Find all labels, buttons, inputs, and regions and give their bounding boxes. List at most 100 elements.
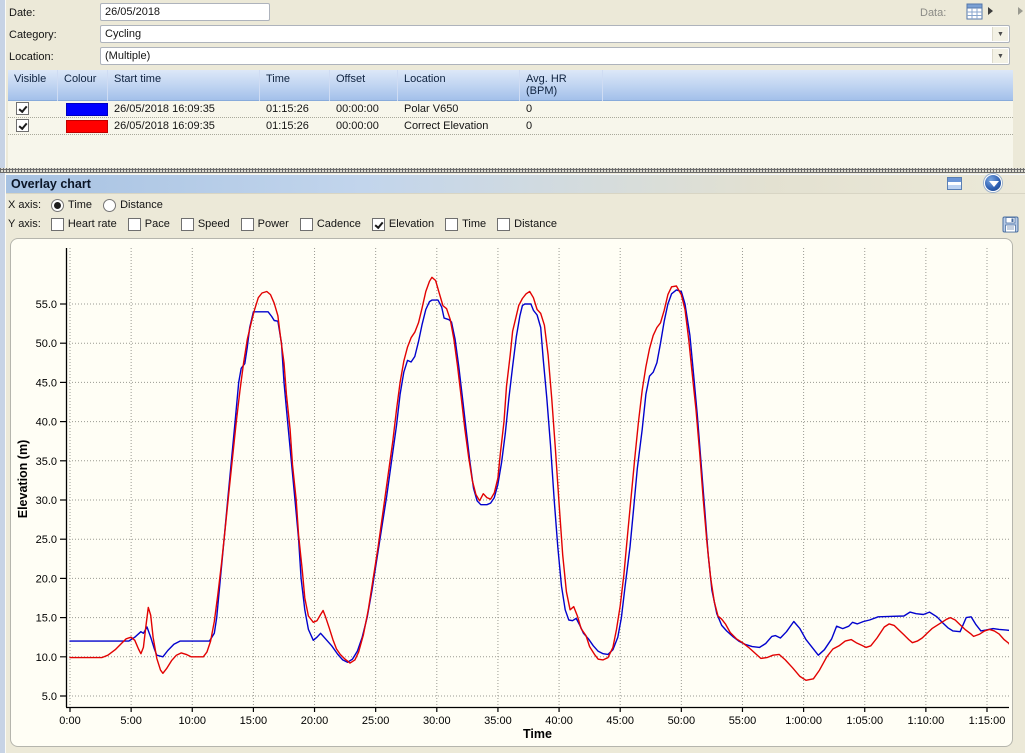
session-row[interactable]: 26/05/2018 16:09:3501:15:2600:00:00Polar… <box>8 101 1013 118</box>
elevation-line-chart: 5.010.015.020.025.030.035.040.045.050.05… <box>11 239 1012 746</box>
table-header-location[interactable]: Location <box>398 70 520 101</box>
svg-text:50:00: 50:00 <box>668 715 696 727</box>
category-select[interactable]: Cycling ▼ <box>100 25 1010 43</box>
checkbox[interactable] <box>300 218 313 231</box>
cell-start-time: 26/05/2018 16:09:35 <box>114 103 215 115</box>
table-header-filler <box>603 70 1013 101</box>
horizontal-splitter[interactable] <box>0 168 1025 173</box>
colour-swatch[interactable] <box>66 120 108 133</box>
series-polar-v650 <box>70 290 1012 662</box>
chevron-down-icon <box>989 181 999 187</box>
checkbox[interactable] <box>497 218 510 231</box>
save-chart-button[interactable] <box>1002 216 1019 233</box>
y-option-heart-rate[interactable]: Heart rate <box>51 218 117 231</box>
floppy-disk-icon <box>1002 216 1019 233</box>
checkbox[interactable] <box>241 218 254 231</box>
option-label: Speed <box>198 218 230 230</box>
option-label: Pace <box>145 218 170 230</box>
visible-checkbox[interactable] <box>16 102 29 115</box>
option-label: Distance <box>514 218 557 230</box>
collapse-section-button[interactable] <box>984 174 1002 192</box>
data-label: Data: <box>920 7 946 19</box>
checkbox[interactable] <box>51 218 64 231</box>
date-label: Date: <box>9 7 35 19</box>
overlay-chart-title: Overlay chart <box>11 177 91 191</box>
date-field[interactable]: 26/05/2018 <box>100 3 270 21</box>
svg-text:35:00: 35:00 <box>484 715 512 727</box>
data-grid-icon[interactable] <box>966 3 983 20</box>
cell-avg-hr: 0 <box>526 103 532 115</box>
svg-text:1:05:00: 1:05:00 <box>846 715 883 727</box>
svg-text:Time: Time <box>523 727 552 741</box>
cell-offset: 00:00:00 <box>336 103 379 115</box>
svg-text:1:15:00: 1:15:00 <box>969 715 1006 727</box>
visible-checkbox[interactable] <box>16 119 29 132</box>
date-value: 26/05/2018 <box>105 6 160 18</box>
y-option-cadence[interactable]: Cadence <box>300 218 361 231</box>
svg-text:55:00: 55:00 <box>729 715 757 727</box>
table-header-visible[interactable]: Visible <box>8 70 58 101</box>
svg-text:30:00: 30:00 <box>423 715 451 727</box>
cell-offset: 00:00:00 <box>336 120 379 132</box>
checkbox[interactable] <box>445 218 458 231</box>
location-value: (Multiple) <box>105 50 150 62</box>
y-option-power[interactable]: Power <box>241 218 289 231</box>
category-dropdown-arrow-icon[interactable]: ▼ <box>992 27 1008 41</box>
option-label: Elevation <box>389 218 434 230</box>
sessions-table: VisibleColourStart timeTimeOffsetLocatio… <box>8 70 1013 168</box>
svg-text:1:10:00: 1:10:00 <box>908 715 945 727</box>
svg-text:Elevation (m): Elevation (m) <box>16 440 30 519</box>
svg-text:10.0: 10.0 <box>36 652 57 664</box>
svg-text:15:00: 15:00 <box>240 715 268 727</box>
session-row[interactable]: 26/05/2018 16:09:3501:15:2600:00:00Corre… <box>8 118 1013 135</box>
sessions-table-header: VisibleColourStart timeTimeOffsetLocatio… <box>8 70 1013 101</box>
y-option-time[interactable]: Time <box>445 218 486 231</box>
radio-button[interactable] <box>51 199 64 212</box>
x-option-distance[interactable]: Distance <box>103 199 163 212</box>
radio-button[interactable] <box>103 199 116 212</box>
cell-time: 01:15:26 <box>266 103 309 115</box>
checkbox[interactable] <box>372 218 385 231</box>
option-label: Cadence <box>317 218 361 230</box>
cell-time: 01:15:26 <box>266 120 309 132</box>
x-option-time[interactable]: Time <box>51 199 92 212</box>
svg-text:10:00: 10:00 <box>179 715 207 727</box>
category-value: Cycling <box>105 28 141 40</box>
svg-text:50.0: 50.0 <box>36 338 57 350</box>
app-window: Date: 26/05/2018 Data: Category: Cycling… <box>0 0 1025 753</box>
svg-text:0:00: 0:00 <box>59 715 80 727</box>
svg-text:40:00: 40:00 <box>545 715 573 727</box>
option-label: Distance <box>120 199 163 211</box>
svg-text:55.0: 55.0 <box>36 299 57 311</box>
y-option-distance[interactable]: Distance <box>497 218 557 231</box>
panel-collapse-arrow-icon[interactable] <box>1018 7 1023 15</box>
svg-text:15.0: 15.0 <box>36 613 57 625</box>
checkbox[interactable] <box>181 218 194 231</box>
checkbox[interactable] <box>128 218 141 231</box>
table-header-time[interactable]: Time <box>260 70 330 101</box>
table-header-start-time[interactable]: Start time <box>108 70 260 101</box>
table-header-offset[interactable]: Offset <box>330 70 398 101</box>
location-label: Location: <box>9 51 54 63</box>
overlay-chart-canvas: 5.010.015.020.025.030.035.040.045.050.05… <box>10 238 1013 747</box>
restore-panel-icon[interactable] <box>947 177 962 190</box>
y-option-pace[interactable]: Pace <box>128 218 170 231</box>
svg-text:5.0: 5.0 <box>42 691 57 703</box>
y-option-elevation[interactable]: Elevation <box>372 218 434 231</box>
y-option-speed[interactable]: Speed <box>181 218 230 231</box>
location-dropdown-arrow-icon[interactable]: ▼ <box>992 49 1008 63</box>
svg-text:20:00: 20:00 <box>301 715 329 727</box>
svg-text:25.0: 25.0 <box>36 534 57 546</box>
svg-text:30.0: 30.0 <box>36 495 57 507</box>
table-header-avg-hr-bpm[interactable]: Avg. HR (BPM) <box>520 70 603 101</box>
window-left-strip <box>0 0 6 753</box>
data-expand-arrow-icon[interactable] <box>988 7 993 15</box>
location-select[interactable]: (Multiple) ▼ <box>100 47 1010 65</box>
table-header-colour[interactable]: Colour <box>58 70 108 101</box>
colour-swatch[interactable] <box>66 103 108 116</box>
svg-text:5:00: 5:00 <box>120 715 141 727</box>
svg-text:40.0: 40.0 <box>36 417 57 429</box>
x-axis-row: X axis: TimeDistance <box>8 196 174 214</box>
overlay-chart-header: Overlay chart <box>6 174 1025 194</box>
option-label: Time <box>68 199 92 211</box>
